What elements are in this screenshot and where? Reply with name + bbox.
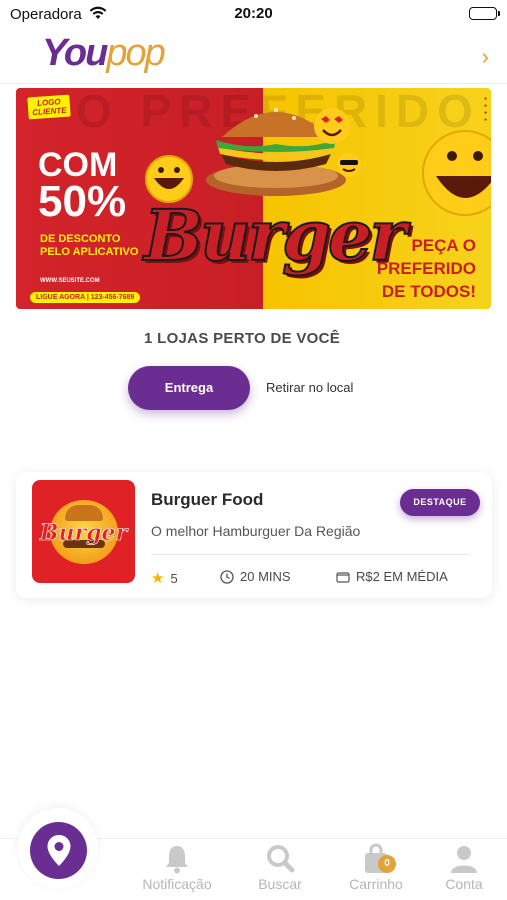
battery-icon — [469, 7, 500, 20]
banner-phone: LIGUE AGORA | 123-456-7689 — [30, 292, 141, 303]
clock-icon — [220, 569, 234, 584]
star-icon: ★ — [151, 570, 165, 587]
wallet-icon — [336, 571, 350, 583]
featured-badge: DESTAQUE — [400, 489, 480, 516]
banner-burger-title: Burger — [143, 193, 407, 278]
user-icon — [451, 846, 477, 873]
location-button[interactable] — [18, 808, 98, 888]
banner-site: WWW.SEUSITE.COM — [40, 278, 100, 284]
banner-subline: DE DESCONTO PELO APLICATIVO — [40, 233, 139, 258]
bell-icon — [166, 846, 188, 874]
store-logo: Burger — [32, 480, 135, 583]
app-logo: Youpop — [42, 32, 166, 74]
banner-headline: COM 50% — [38, 146, 127, 226]
store-description: O melhor Hamburguer Da Região — [151, 523, 361, 539]
card-divider — [151, 554, 469, 555]
store-rating: ★ 5 — [151, 570, 178, 587]
tab-delivery[interactable]: Entrega — [128, 366, 250, 410]
cart-count-badge: 0 — [378, 855, 396, 873]
promo-banner[interactable]: O PREFERIDO LOGO CLIENTE COM 50% DE DESCO… — [16, 88, 491, 309]
stores-count-title: 1 LOJAS PERTO DE VOCÊ — [144, 330, 341, 347]
store-card[interactable]: Burger Burguer Food O melhor Hamburguer … — [16, 472, 492, 598]
emoji-icon — [337, 153, 361, 177]
nav-search[interactable]: Buscar — [240, 839, 320, 900]
nav-cart[interactable]: 0 Carrinho — [336, 839, 416, 900]
banner-cta: PEÇA O PREFERIDO DE TODOS! — [376, 236, 476, 301]
store-average-price: R$2 EM MÉDIA — [336, 569, 448, 584]
search-icon — [267, 845, 295, 873]
tab-pickup[interactable]: Retirar no local — [266, 366, 353, 410]
chevron-right-icon[interactable]: › — [482, 44, 489, 70]
social-icons: ● ● ● ● — [483, 96, 487, 123]
location-pin-icon — [47, 835, 71, 866]
nav-account[interactable]: Conta — [428, 839, 500, 900]
status-time: 20:20 — [234, 5, 273, 22]
nav-notifications[interactable]: Notificação — [132, 839, 222, 900]
store-name: Burguer Food — [151, 490, 264, 509]
emoji-icon — [422, 130, 491, 216]
banner-logo-tag: LOGO CLIENTE — [27, 94, 71, 120]
status-bar: Operadora 20:20 — [0, 0, 507, 28]
app-header: Youpop › — [0, 28, 507, 84]
store-delivery-time: 20 MINS — [220, 569, 291, 584]
emoji-icon — [314, 108, 350, 144]
